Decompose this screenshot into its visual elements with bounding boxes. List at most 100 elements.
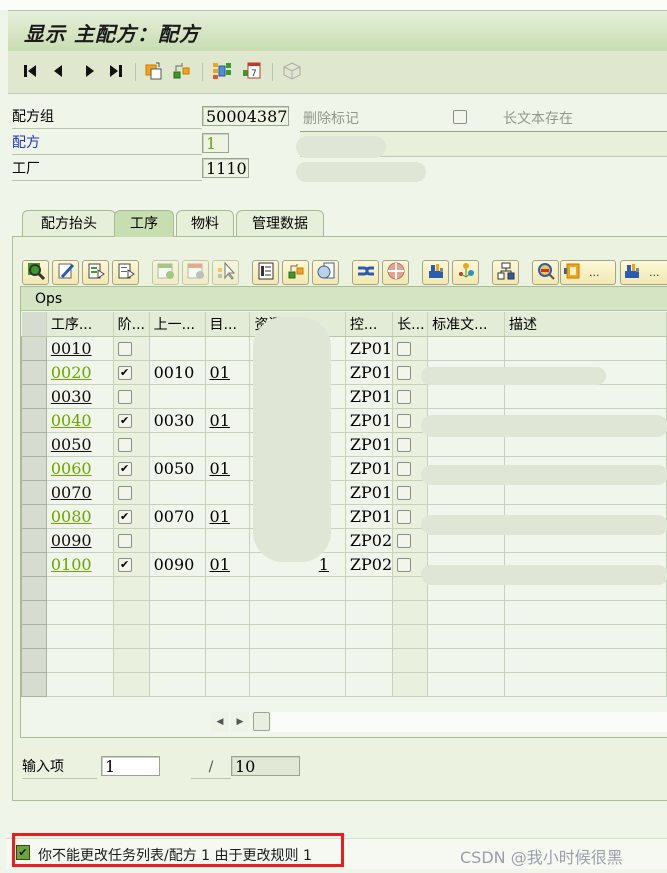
empty-cell[interactable]	[345, 672, 394, 697]
standard-text-cell[interactable]	[427, 336, 505, 361]
description-cell[interactable]	[504, 336, 667, 361]
first-page-icon[interactable]	[20, 61, 40, 81]
row-selector[interactable]	[21, 503, 47, 529]
phase-checkbox[interactable]	[117, 390, 132, 404]
empty-cell[interactable]	[46, 672, 114, 697]
empty-cell[interactable]	[113, 576, 150, 601]
empty-cell[interactable]	[46, 576, 114, 601]
resource-value[interactable]: 1	[319, 555, 329, 574]
switch-button[interactable]	[282, 260, 309, 285]
phase-checkbox[interactable]: ✔	[117, 414, 132, 428]
status-button[interactable]	[382, 260, 409, 285]
column-header-standard-text[interactable]: 标准文...	[427, 312, 505, 337]
column-header-description[interactable]: 描述	[504, 312, 667, 337]
operation-link[interactable]: 0030	[51, 387, 92, 406]
long-text-checkbox[interactable]	[397, 438, 412, 452]
row-selector[interactable]	[21, 359, 47, 385]
phase-checkbox[interactable]	[117, 438, 132, 452]
column-header-long-text[interactable]: 长...	[392, 312, 429, 337]
row-selector[interactable]	[21, 431, 47, 457]
empty-cell[interactable]	[205, 672, 251, 697]
previous-page-icon[interactable]	[48, 61, 68, 81]
tab-materials[interactable]: 物料	[176, 210, 234, 236]
horizontal-scrollbar[interactable]: ◀ ▶	[211, 712, 667, 732]
empty-cell[interactable]	[345, 624, 394, 649]
operation-link[interactable]: 0090	[51, 531, 92, 550]
empty-cell[interactable]	[205, 600, 251, 625]
empty-cell[interactable]	[392, 624, 429, 649]
empty-cell[interactable]	[249, 624, 346, 649]
empty-cell[interactable]	[149, 624, 206, 649]
operation-cell[interactable]: 0030	[46, 384, 114, 409]
empty-cell[interactable]	[113, 624, 150, 649]
operation-cell[interactable]: 0040	[46, 408, 114, 433]
row-selector[interactable]	[21, 671, 47, 697]
recipe-field[interactable]: 1	[202, 133, 229, 153]
long-text-checkbox[interactable]	[397, 534, 412, 548]
resources-dropdown-button[interactable]: ...	[620, 260, 667, 285]
standard-text-cell[interactable]	[427, 384, 505, 409]
empty-cell[interactable]	[249, 648, 346, 673]
delete-row-button[interactable]	[182, 260, 209, 285]
row-selector[interactable]	[21, 551, 47, 577]
table-row[interactable]: 0030 ZP01	[21, 383, 667, 409]
empty-cell[interactable]	[427, 648, 505, 673]
long-text-checkbox[interactable]	[397, 390, 412, 404]
operation-link[interactable]: 0070	[51, 483, 92, 502]
operation-cell[interactable]: 0080	[46, 504, 114, 529]
inspection-button[interactable]	[532, 260, 559, 285]
phase-checkbox[interactable]: ✔	[117, 462, 132, 476]
scroll-track[interactable]	[271, 712, 667, 732]
empty-cell[interactable]	[205, 648, 251, 673]
operation-link[interactable]: 0080	[51, 507, 92, 526]
row-selector[interactable]	[21, 455, 47, 481]
overview-button[interactable]	[252, 260, 279, 285]
operation-cell[interactable]: 0090	[46, 528, 114, 553]
empty-cell[interactable]	[113, 672, 150, 697]
row-selector-header[interactable]	[21, 312, 47, 337]
destination-link[interactable]: 01	[210, 555, 230, 574]
tab-recipe-header[interactable]: 配方抬头	[22, 210, 116, 236]
phase-checkbox[interactable]: ✔	[117, 558, 132, 572]
recipe-group-field[interactable]: 50004387	[202, 106, 289, 126]
destination-link[interactable]: 01	[210, 507, 230, 526]
resource-button[interactable]	[422, 260, 449, 285]
destination-link[interactable]: 01	[210, 459, 230, 478]
empty-cell[interactable]	[249, 600, 346, 625]
move-button[interactable]	[212, 260, 239, 285]
operation-cell[interactable]: 0010	[46, 336, 114, 361]
operation-link[interactable]: 0040	[51, 411, 92, 430]
phase-checkbox[interactable]: ✔	[117, 510, 132, 524]
empty-cell[interactable]	[46, 624, 114, 649]
empty-cell[interactable]	[504, 600, 667, 625]
deletion-flag-checkbox[interactable]	[453, 110, 467, 124]
hierarchy-button[interactable]	[492, 260, 519, 285]
empty-cell[interactable]	[149, 576, 206, 601]
row-selector[interactable]	[21, 575, 47, 601]
column-header-phase[interactable]: 阶...	[113, 312, 150, 337]
plant-field[interactable]: 1110	[202, 158, 249, 178]
operation-link[interactable]: 0020	[51, 363, 92, 382]
empty-cell[interactable]	[113, 600, 150, 625]
relationships-button[interactable]	[352, 260, 379, 285]
column-header-control-key[interactable]: 控...	[345, 312, 394, 337]
insert-row-button[interactable]	[152, 260, 179, 285]
empty-cell[interactable]	[427, 672, 505, 697]
phase-checkbox[interactable]	[117, 534, 132, 548]
empty-cell[interactable]	[392, 600, 429, 625]
long-text-checkbox[interactable]	[397, 414, 412, 428]
empty-cell[interactable]	[345, 600, 394, 625]
column-header-superior-operation[interactable]: 上一...	[149, 312, 206, 337]
empty-cell[interactable]	[149, 672, 206, 697]
edit-button[interactable]	[52, 260, 79, 285]
operation-link[interactable]: 0100	[51, 555, 92, 574]
row-selector[interactable]	[21, 383, 47, 409]
network-button[interactable]	[452, 260, 479, 285]
column-header-operation[interactable]: 工序...	[46, 312, 114, 337]
description-cell[interactable]	[504, 384, 667, 409]
destination-link[interactable]: 01	[210, 411, 230, 430]
scroll-left-icon[interactable]: ◀	[211, 712, 229, 732]
long-text-checkbox[interactable]	[397, 462, 412, 476]
row-selector[interactable]	[21, 479, 47, 505]
empty-cell[interactable]	[427, 624, 505, 649]
